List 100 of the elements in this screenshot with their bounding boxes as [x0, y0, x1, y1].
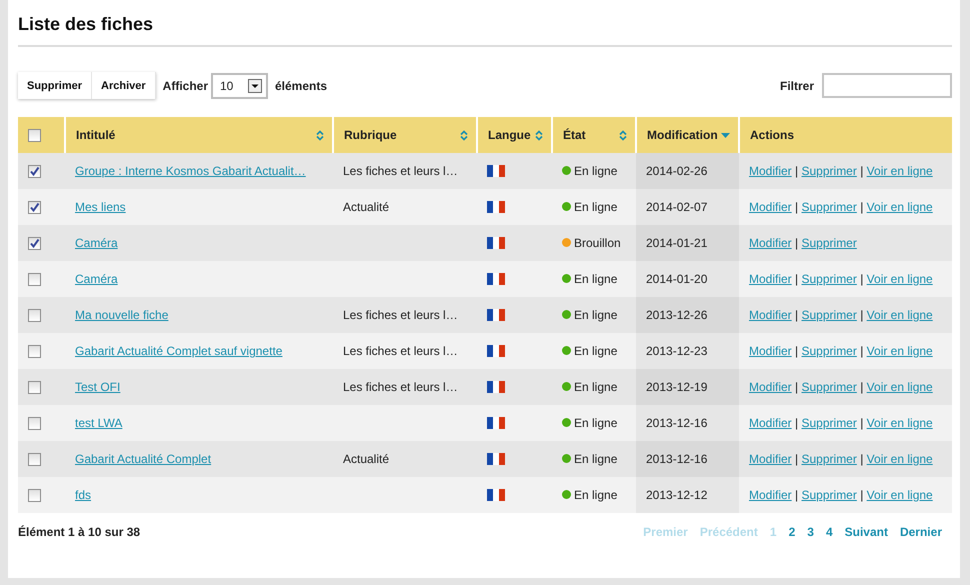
checkbox[interactable]	[28, 380, 41, 394]
checkbox[interactable]	[28, 308, 41, 322]
action-link[interactable]: Modifier	[749, 344, 792, 358]
action-link[interactable]: Supprimer	[802, 452, 857, 466]
french-flag-icon	[487, 309, 505, 321]
column-header[interactable]: Actions	[750, 128, 794, 142]
status-text: En ligne	[574, 452, 618, 466]
french-flag-icon	[487, 201, 505, 213]
checkbox[interactable]	[28, 452, 41, 466]
checkbox[interactable]	[28, 200, 41, 214]
action-link[interactable]: Voir en ligne	[866, 164, 933, 178]
pagination-link[interactable]: Dernier	[900, 525, 942, 539]
column-header[interactable]: État	[563, 128, 586, 142]
action-link[interactable]: Voir en ligne	[866, 380, 933, 394]
page-size-select[interactable]: 10	[211, 72, 268, 98]
action-link[interactable]: Voir en ligne	[866, 452, 933, 466]
action-link[interactable]: Voir en ligne	[866, 200, 933, 214]
status-text: En ligne	[574, 344, 618, 358]
action-link[interactable]: Modifier	[749, 164, 792, 178]
checkbox[interactable]	[28, 488, 41, 502]
page-link[interactable]: 4	[826, 525, 833, 539]
action-link[interactable]: Supprimer	[802, 164, 857, 178]
status-text: En ligne	[574, 488, 618, 502]
toolbar-button[interactable]: Archiver	[92, 72, 156, 99]
separator-text: |	[860, 344, 864, 358]
separator-text: |	[795, 452, 798, 466]
action-link[interactable]: Modifier	[749, 200, 792, 214]
title-link[interactable]: Mes liens	[75, 200, 126, 214]
filter-field[interactable]	[822, 73, 952, 98]
sort-descending-icon[interactable]	[721, 132, 730, 138]
date-text: 2013-12-16	[646, 416, 708, 430]
sort-icon[interactable]	[535, 130, 543, 140]
action-link[interactable]: Voir en ligne	[866, 308, 933, 322]
title-link[interactable]: Caméra	[75, 236, 118, 250]
date-text: 2014-01-20	[646, 272, 708, 286]
action-link[interactable]: Supprimer	[802, 488, 857, 502]
french-flag-icon	[487, 381, 505, 393]
title-link[interactable]: Ma nouvelle fiche	[75, 308, 168, 322]
category-text: Actualité	[343, 452, 390, 466]
separator-text: |	[795, 200, 798, 214]
separator-text: |	[795, 236, 798, 250]
action-link[interactable]: Supprimer	[802, 380, 857, 394]
action-link[interactable]: Modifier	[749, 416, 792, 430]
action-link[interactable]: Modifier	[749, 380, 792, 394]
action-link[interactable]: Voir en ligne	[866, 488, 933, 502]
date-text: 2013-12-16	[646, 452, 708, 466]
page-title: Liste des fiches	[18, 0, 952, 47]
date-text: 2014-02-26	[646, 164, 708, 178]
filter-label: Filtrer	[780, 78, 814, 92]
action-link[interactable]: Modifier	[749, 452, 792, 466]
action-link[interactable]: Supprimer	[802, 200, 857, 214]
title-link[interactable]: Gabarit Actualité Complet	[75, 452, 212, 466]
checkbox[interactable]	[28, 164, 41, 178]
action-link[interactable]: Supprimer	[802, 236, 857, 250]
separator-text: |	[795, 380, 798, 394]
action-link[interactable]: Voir en ligne	[866, 416, 933, 430]
results-info: Élément 1 à 10 sur 38	[18, 525, 140, 539]
title-link[interactable]: Caméra	[75, 272, 118, 286]
title-link[interactable]: test LWA	[75, 416, 122, 430]
pagination-link[interactable]: Suivant	[844, 525, 888, 539]
status-text: En ligne	[574, 308, 618, 322]
action-link[interactable]: Modifier	[749, 308, 792, 322]
checkbox[interactable]	[28, 128, 41, 142]
action-link[interactable]: Supprimer	[802, 272, 857, 286]
sort-icon[interactable]	[460, 130, 468, 140]
action-link[interactable]: Supprimer	[802, 416, 857, 430]
column-header[interactable]: Intitulé	[76, 128, 116, 142]
separator-text: |	[795, 344, 798, 358]
column-header[interactable]: Rubrique	[344, 128, 397, 142]
sort-icon[interactable]	[316, 130, 324, 140]
separator-text: |	[860, 308, 864, 322]
french-flag-icon	[487, 345, 505, 357]
status-text: En ligne	[574, 164, 618, 178]
action-link[interactable]: Supprimer	[802, 344, 857, 358]
title-link[interactable]: fds	[75, 488, 92, 502]
separator-text: |	[795, 488, 798, 502]
action-link[interactable]: Voir en ligne	[866, 344, 933, 358]
action-link[interactable]: Supprimer	[802, 308, 857, 322]
date-text: 2013-12-19	[646, 380, 708, 394]
sort-icon[interactable]	[619, 130, 627, 140]
title-link[interactable]: Test OFI	[75, 380, 120, 394]
page-link[interactable]: 2	[788, 525, 796, 539]
separator-text: |	[795, 308, 798, 322]
checkbox[interactable]	[28, 272, 41, 286]
action-link[interactable]: Modifier	[749, 272, 792, 286]
dropdown-icon[interactable]	[248, 78, 262, 92]
checkbox[interactable]	[28, 344, 41, 358]
action-link[interactable]: Modifier	[749, 488, 792, 502]
checkbox[interactable]	[28, 416, 41, 430]
separator-text: |	[795, 272, 798, 286]
action-link[interactable]: Voir en ligne	[866, 272, 933, 286]
show-label: Afficher	[162, 78, 208, 92]
separator-text: |	[795, 164, 798, 178]
action-link[interactable]: Modifier	[749, 236, 792, 250]
french-flag-icon	[487, 273, 505, 285]
page-link[interactable]: 3	[807, 525, 814, 539]
checkbox[interactable]	[28, 236, 41, 250]
separator-text: |	[860, 452, 864, 466]
date-text: 2013-12-12	[646, 488, 708, 502]
toolbar-button[interactable]: Supprimer	[18, 72, 92, 99]
